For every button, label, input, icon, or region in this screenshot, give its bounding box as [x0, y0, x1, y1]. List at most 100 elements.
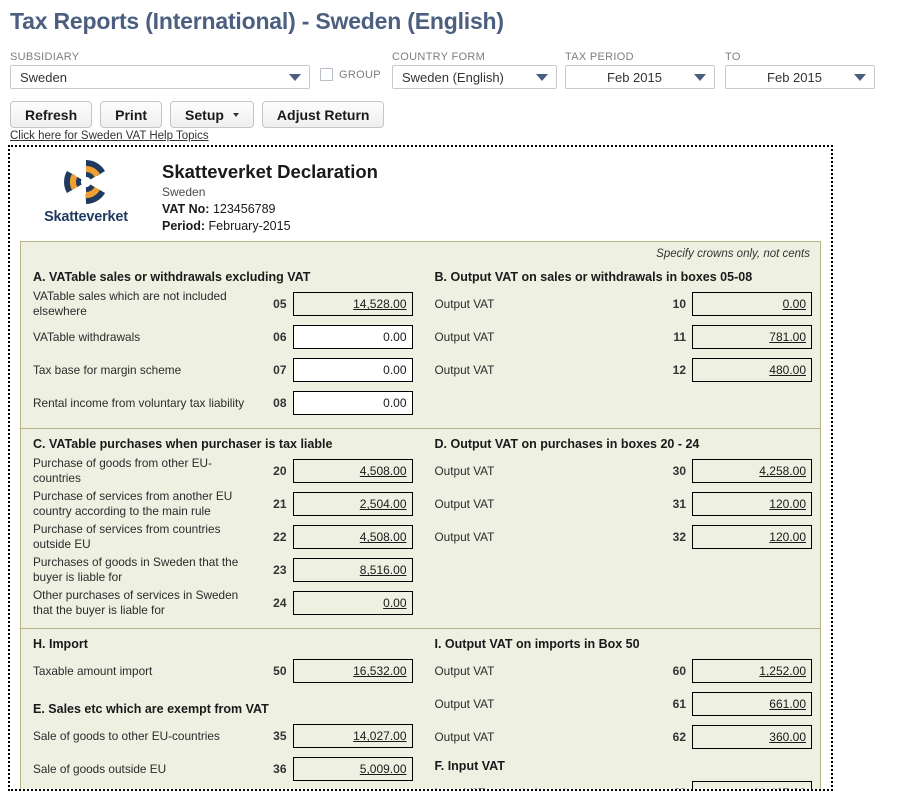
chevron-down-icon [536, 73, 548, 81]
vat-no-line: VAT No: 123456789 [162, 202, 378, 216]
group-label: GROUP [339, 68, 381, 81]
field-31[interactable]: 120.00 [692, 492, 812, 517]
country-form-select[interactable]: Sweden (English) [392, 65, 557, 89]
vat-no-value: 123456789 [212, 202, 276, 217]
field-07[interactable]: 0.00 [292, 358, 413, 383]
chevron-down-icon [232, 112, 239, 117]
form-row: Taxable amount import 50 16,532.00 [33, 655, 413, 687]
page-title: Tax Reports (International) - Sweden (En… [10, 8, 504, 34]
adjust-return-button[interactable]: Adjust Return [261, 101, 385, 128]
section-d-heading: D. Output VAT on purchases in boxes 20 -… [434, 437, 700, 452]
section-h-e: H. Import Taxable amount import 50 16,53… [21, 629, 421, 791]
section-ab: A. VATable sales or withdrawals excludin… [21, 262, 820, 428]
form-row: Output VAT 61 661.00 [434, 688, 812, 720]
field-12[interactable]: 480.00 [692, 358, 812, 383]
field-08[interactable]: 0.00 [292, 391, 413, 416]
row-box-number: 50 [273, 664, 287, 679]
row-label: Sale of goods outside EU [33, 761, 167, 776]
form-row: Other purchases of services in Sweden th… [33, 587, 413, 619]
refresh-button[interactable]: Refresh [10, 101, 93, 128]
row-label: VATable sales which are not included els… [33, 289, 227, 319]
tax-period-filter: TAX PERIOD Feb 2015 [565, 51, 715, 89]
tax-period-label: TAX PERIOD [565, 51, 634, 63]
row-box-number: 22 [273, 530, 287, 545]
form-row: VATable sales which are not included els… [33, 288, 413, 320]
row-spacer [435, 587, 813, 619]
row-box-number: 08 [273, 396, 287, 411]
row-label: Output VAT [434, 296, 495, 311]
row-label: Output VAT [434, 529, 495, 544]
toolbar: Refresh Print Setup Adjust Return [0, 101, 902, 128]
print-button[interactable]: Print [100, 101, 163, 128]
section-c: C. VATable purchases when purchaser is t… [21, 429, 421, 628]
form-row: Tax base for margin scheme 07 0.00 [33, 354, 413, 386]
row-box-number: 30 [672, 464, 686, 479]
row-box-number: 62 [672, 730, 686, 745]
form-row: Purchase of services from countries outs… [33, 521, 413, 553]
country-form-value: Sweden (English) [402, 69, 504, 85]
group-checkbox-wrap[interactable]: GROUP [320, 68, 381, 81]
field-36[interactable]: 5,009.00 [292, 757, 413, 782]
field-35[interactable]: 14,027.00 [292, 724, 413, 749]
tax-period-select[interactable]: Feb 2015 [565, 65, 715, 89]
to-label: TO [725, 51, 741, 63]
field-48[interactable]: 11,467.00 [692, 781, 812, 789]
filter-bar: SUBSIDIARY Sweden GROUP COUNTRY FORM Swe… [0, 51, 902, 96]
field-06[interactable]: 0.00 [292, 325, 413, 350]
section-hei-f: H. Import Taxable amount import 50 16,53… [21, 628, 820, 791]
field-37[interactable]: 0.00 [293, 790, 413, 791]
row-box-number: 06 [273, 330, 287, 345]
country-form-label: COUNTRY FORM [392, 51, 486, 63]
row-label: Taxable amount import [33, 663, 153, 678]
field-60[interactable]: 1,252.00 [692, 659, 812, 684]
setup-button[interactable]: Setup [170, 101, 254, 128]
subsidiary-select[interactable]: Sweden [10, 65, 310, 89]
field-11[interactable]: 781.00 [692, 325, 812, 350]
row-label: VATable withdrawals [33, 329, 141, 344]
row-box-number: 36 [273, 762, 287, 777]
field-61[interactable]: 661.00 [692, 692, 812, 717]
row-box-number: 11 [673, 330, 686, 345]
field-23[interactable]: 8,516.00 [292, 558, 413, 583]
logo-wordmark: Skatteverket [44, 209, 128, 225]
section-b-heading: B. Output VAT on sales or withdrawals in… [434, 270, 753, 285]
vat-help-topics-link[interactable]: Click here for Sweden VAT Help Topics [0, 130, 902, 142]
field-30[interactable]: 4,258.00 [692, 459, 812, 484]
row-label: Output VAT [434, 362, 495, 377]
chevron-down-icon [694, 73, 706, 81]
row-box-number: 23 [273, 563, 287, 578]
row-label: Output VAT [434, 463, 495, 478]
to-select[interactable]: Feb 2015 [725, 65, 875, 89]
field-21[interactable]: 2,504.00 [292, 492, 413, 517]
form-header-text: Skatteverket Declaration Sweden VAT No: … [162, 157, 378, 233]
form-header: Skatteverket Skatteverket Declaration Sw… [16, 153, 825, 241]
subsidiary-label: SUBSIDIARY [10, 51, 80, 63]
form-row: Sale of goods outside EU 36 5,009.00 [33, 753, 413, 785]
field-22[interactable]: 4,508.00 [292, 525, 413, 550]
field-62[interactable]: 360.00 [692, 725, 812, 750]
form-row: Output VAT 62 360.00 [435, 721, 812, 753]
country-form-filter: COUNTRY FORM Sweden (English) [392, 51, 557, 89]
row-label: Sale of goods to other EU-countries [33, 728, 220, 743]
row-label: Output VAT [434, 696, 495, 711]
declaration-form-container: Skatteverket Skatteverket Declaration Sw… [8, 145, 833, 791]
form-country: Sweden [162, 185, 206, 200]
vat-no-label: VAT No: [162, 202, 210, 217]
row-box-number: 61 [672, 697, 686, 712]
field-05[interactable]: 14,528.00 [292, 292, 413, 317]
row-label: Output VAT [434, 329, 495, 344]
row-box-number: 07 [273, 363, 287, 378]
form-row: Output VAT 30 4,258.00 [434, 455, 812, 487]
field-10[interactable]: 0.00 [692, 292, 812, 317]
field-20[interactable]: 4,508.00 [292, 459, 413, 484]
form-row: Output VAT 10 0.00 [434, 288, 812, 320]
field-50[interactable]: 16,532.00 [292, 659, 413, 684]
field-32[interactable]: 120.00 [692, 525, 812, 550]
row-box-number: 35 [273, 729, 287, 744]
group-checkbox[interactable] [320, 68, 333, 81]
field-24[interactable]: 0.00 [292, 591, 413, 616]
period-label: Period: [162, 219, 206, 234]
row-box-number: 48 [660, 786, 686, 789]
declaration-panel: Specify crowns only, not cents A. VATabl… [20, 241, 821, 791]
form-row: VATable withdrawals 06 0.00 [33, 321, 413, 353]
